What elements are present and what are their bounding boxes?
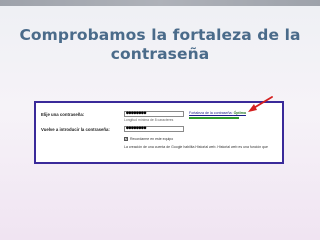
red-arrow-annotation [248,96,273,112]
arrow-head [248,104,257,112]
